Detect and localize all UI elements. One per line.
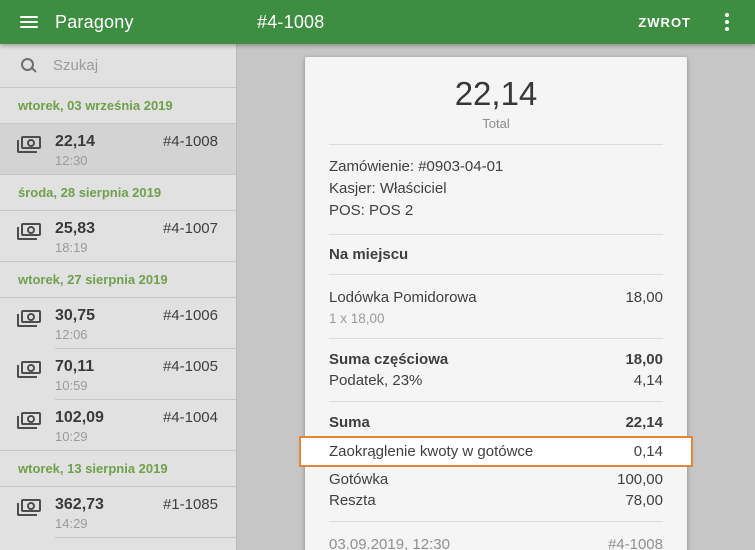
sum-value: 22,14 xyxy=(625,414,663,431)
receipt-ref: #4-1007 xyxy=(162,220,218,237)
pos-line: POS: POS 2 xyxy=(329,202,414,219)
sum-label: Suma xyxy=(329,414,370,431)
date-header: wtorek, 27 sierpnia 2019 xyxy=(0,262,236,298)
tax-label: Podatek, 23% xyxy=(329,372,423,389)
cash-rounding-highlight-row: Zaokrąglenie kwoty w gotówce 0,14 xyxy=(299,436,693,467)
receipt-ref: #4-1004 xyxy=(162,409,218,426)
receipt-amount: 25,83 xyxy=(55,220,96,237)
receipt-info-block: Zamówienie: #0903-04-01 Kasjer: Właścici… xyxy=(329,144,663,234)
change-value: 78,00 xyxy=(625,492,663,509)
date-header: środa, 28 sierpnia 2019 xyxy=(0,175,236,211)
receipt-list-item[interactable]: 362,73 14:29 #1-1085 xyxy=(0,487,236,538)
receipt-footer: 03.09.2019, 12:30 #4-1008 xyxy=(329,521,663,550)
receipt-time: 12:06 xyxy=(55,327,88,342)
rounding-label: Zaokrąglenie kwoty w gotówce xyxy=(329,443,534,460)
order-number-line: Zamówienie: #0903-04-01 xyxy=(329,158,504,175)
receipt-amount: 30,75 xyxy=(55,307,96,324)
receipt-time: 10:29 xyxy=(55,429,88,444)
receipt-amount: 22,14 xyxy=(55,133,96,150)
receipt-amount: 362,73 xyxy=(55,496,104,513)
cash-icon xyxy=(17,499,41,516)
receipt-time: 18:19 xyxy=(55,240,88,255)
receipt-list-item[interactable]: 70,11 10:59 #4-1005 xyxy=(0,349,236,400)
receipt-footer-ref: #4-1008 xyxy=(607,536,663,550)
receipt-total-amount: 22,14 xyxy=(454,75,538,112)
receipt-number-title: #4-1008 xyxy=(257,11,325,32)
change-label: Reszta xyxy=(329,492,376,509)
cash-icon xyxy=(17,223,41,240)
totals-block: Suma 22,14 Zaokrąglenie kwoty w gotówce … xyxy=(299,401,693,521)
receipt-ref: #4-1008 xyxy=(162,133,218,150)
receipts-sidebar: wtorek, 03 września 2019 22,14 12:30 #4-… xyxy=(0,44,237,550)
receipt-total-block: 22,14 Total xyxy=(329,57,663,144)
cash-icon xyxy=(17,136,41,153)
dining-option: Na miejscu xyxy=(329,234,663,274)
receipt-amount: 102,09 xyxy=(55,409,104,426)
search-input[interactable] xyxy=(53,57,236,74)
receipt-total-label: Total xyxy=(482,116,510,131)
subtotal-block: Suma częściowa 18,00 Podatek, 23% 4,14 xyxy=(329,338,663,401)
cash-label: Gotówka xyxy=(329,471,389,488)
receipt-list-item[interactable]: 102,09 10:29 #4-1004 xyxy=(0,400,236,451)
subtotal-value: 18,00 xyxy=(625,351,663,368)
app-bar: Paragony #4-1008 ZWROT xyxy=(0,0,755,44)
app-bar-main: #4-1008 ZWROT xyxy=(237,0,755,44)
date-header: wtorek, 03 września 2019 xyxy=(0,88,236,124)
receipt-amount: 70,11 xyxy=(55,358,95,375)
receipt-list-item[interactable]: 30,75 12:06 #4-1006 xyxy=(0,298,236,349)
more-options-icon[interactable] xyxy=(715,8,739,36)
search-icon xyxy=(21,58,36,73)
receipt-ref: #4-1006 xyxy=(162,307,218,324)
receipt-detail-panel: 22,14 Total Zamówienie: #0903-04-01 Kasj… xyxy=(237,44,755,550)
cash-icon xyxy=(17,361,41,378)
app-bar-left: Paragony xyxy=(0,0,237,44)
subtotal-label: Suma częściowa xyxy=(329,351,449,368)
cash-icon xyxy=(17,412,41,429)
item-quantity: 1 x 18,00 xyxy=(329,311,385,326)
cash-value: 100,00 xyxy=(617,471,663,488)
receipt-datetime: 03.09.2019, 12:30 xyxy=(329,536,450,550)
receipt-time: 14:29 xyxy=(55,516,88,531)
page-title: Paragony xyxy=(55,11,134,32)
menu-icon[interactable] xyxy=(20,16,38,28)
cash-icon xyxy=(17,310,41,327)
search-bar xyxy=(0,44,236,88)
pos-receipts-app: Paragony #4-1008 ZWROT wtorek, 03 wrześn… xyxy=(0,0,755,550)
cashier-line: Kasjer: Właściciel xyxy=(329,180,447,197)
date-header: wtorek, 13 sierpnia 2019 xyxy=(0,451,236,487)
receipt-list-item[interactable]: 22,14 12:30 #4-1008 xyxy=(0,124,236,175)
tax-value: 4,14 xyxy=(633,372,663,389)
line-items-block: Lodówka Pomidorowa 18,00 1 x 18,00 xyxy=(329,274,663,338)
receipt-card: 22,14 Total Zamówienie: #0903-04-01 Kasj… xyxy=(299,57,693,550)
rounding-value: 0,14 xyxy=(633,443,663,460)
item-name: Lodówka Pomidorowa xyxy=(329,289,477,306)
receipt-time: 10:59 xyxy=(55,378,88,393)
receipt-ref: #1-1085 xyxy=(162,496,218,513)
receipt-ref: #4-1005 xyxy=(162,358,218,375)
refund-button[interactable]: ZWROT xyxy=(628,7,701,38)
receipt-time: 12:30 xyxy=(55,153,88,168)
item-price: 18,00 xyxy=(625,289,663,306)
receipt-list-item[interactable]: 25,83 18:19 #4-1007 xyxy=(0,211,236,262)
